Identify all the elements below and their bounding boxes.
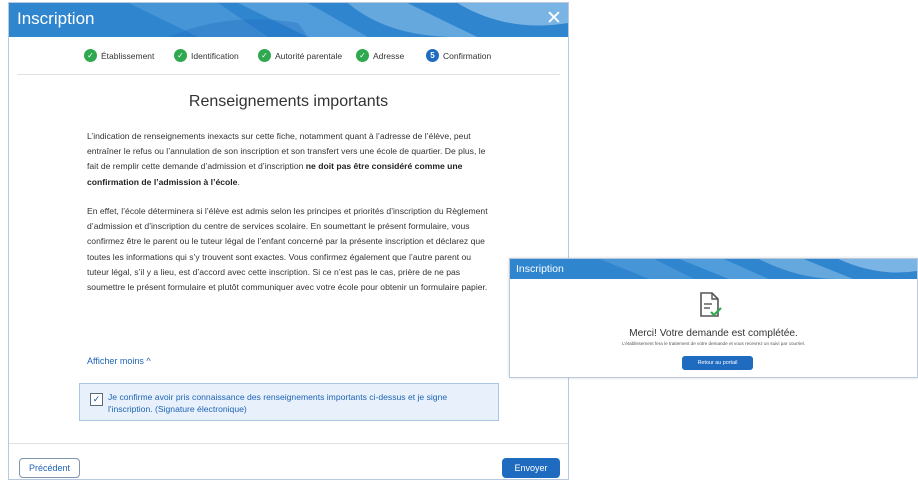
- send-button[interactable]: Envoyer: [502, 458, 560, 478]
- progress-stepper: ✓ Établissement ✓ Identification ✓ Autor…: [9, 49, 568, 67]
- step-label: Autorité parentale: [275, 50, 343, 61]
- step-label: Identification: [191, 50, 239, 61]
- document-check-icon: [700, 292, 722, 317]
- explanation-paragraph: En effet, l’école déterminera si l’élève…: [87, 206, 488, 293]
- confirm-label[interactable]: Je confirme avoir pris connaissance des …: [108, 391, 488, 415]
- paragraph-end: .: [237, 176, 240, 187]
- success-sub-message: L’établissement fera le traitement de vo…: [621, 341, 806, 346]
- success-message: Merci! Votre demande est complétée.: [629, 328, 798, 339]
- divider: [9, 443, 568, 444]
- inscription-dialog: Inscription ✕ ✓ Établissement ✓ Identifi…: [8, 2, 569, 480]
- dialog-title-bar: Inscription ✕: [9, 3, 568, 37]
- step-label: Adresse: [373, 50, 405, 61]
- divider: [17, 74, 560, 75]
- step-number: 5: [426, 49, 439, 62]
- step-confirmation[interactable]: 5 Confirmation: [426, 49, 491, 62]
- step-label: Établissement: [101, 50, 155, 61]
- check-icon: ✓: [84, 49, 97, 62]
- step-identification[interactable]: ✓ Identification: [174, 49, 239, 62]
- step-autorite-parentale[interactable]: ✓ Autorité parentale: [258, 49, 342, 62]
- check-icon: ✓: [258, 49, 271, 62]
- step-label: Confirmation: [443, 50, 492, 61]
- step-etablissement[interactable]: ✓ Établissement: [84, 49, 154, 62]
- step-adresse[interactable]: ✓ Adresse: [356, 49, 404, 62]
- title-bar-decoration: [599, 259, 917, 279]
- dialog-title-bar: Inscription: [510, 259, 917, 279]
- close-icon[interactable]: ✕: [544, 9, 564, 29]
- previous-button[interactable]: Précédent: [19, 458, 80, 478]
- show-less-link[interactable]: Afficher moins ^: [87, 356, 151, 366]
- success-dialog: Inscription Merci! Votre demande est com…: [509, 258, 918, 378]
- return-to-portal-button[interactable]: Retour au portail: [682, 356, 753, 370]
- dialog-title: Inscription: [17, 9, 95, 28]
- check-icon: ✓: [356, 49, 369, 62]
- confirm-checkbox[interactable]: ✓: [90, 393, 103, 406]
- confirmation-box: ✓ Je confirme avoir pris connaissance de…: [79, 383, 499, 421]
- warning-paragraph: L’indication de renseignements inexacts …: [87, 129, 491, 190]
- dialog-title: Inscription: [516, 263, 564, 275]
- section-heading: Renseignements importants: [188, 93, 389, 110]
- check-icon: ✓: [174, 49, 187, 62]
